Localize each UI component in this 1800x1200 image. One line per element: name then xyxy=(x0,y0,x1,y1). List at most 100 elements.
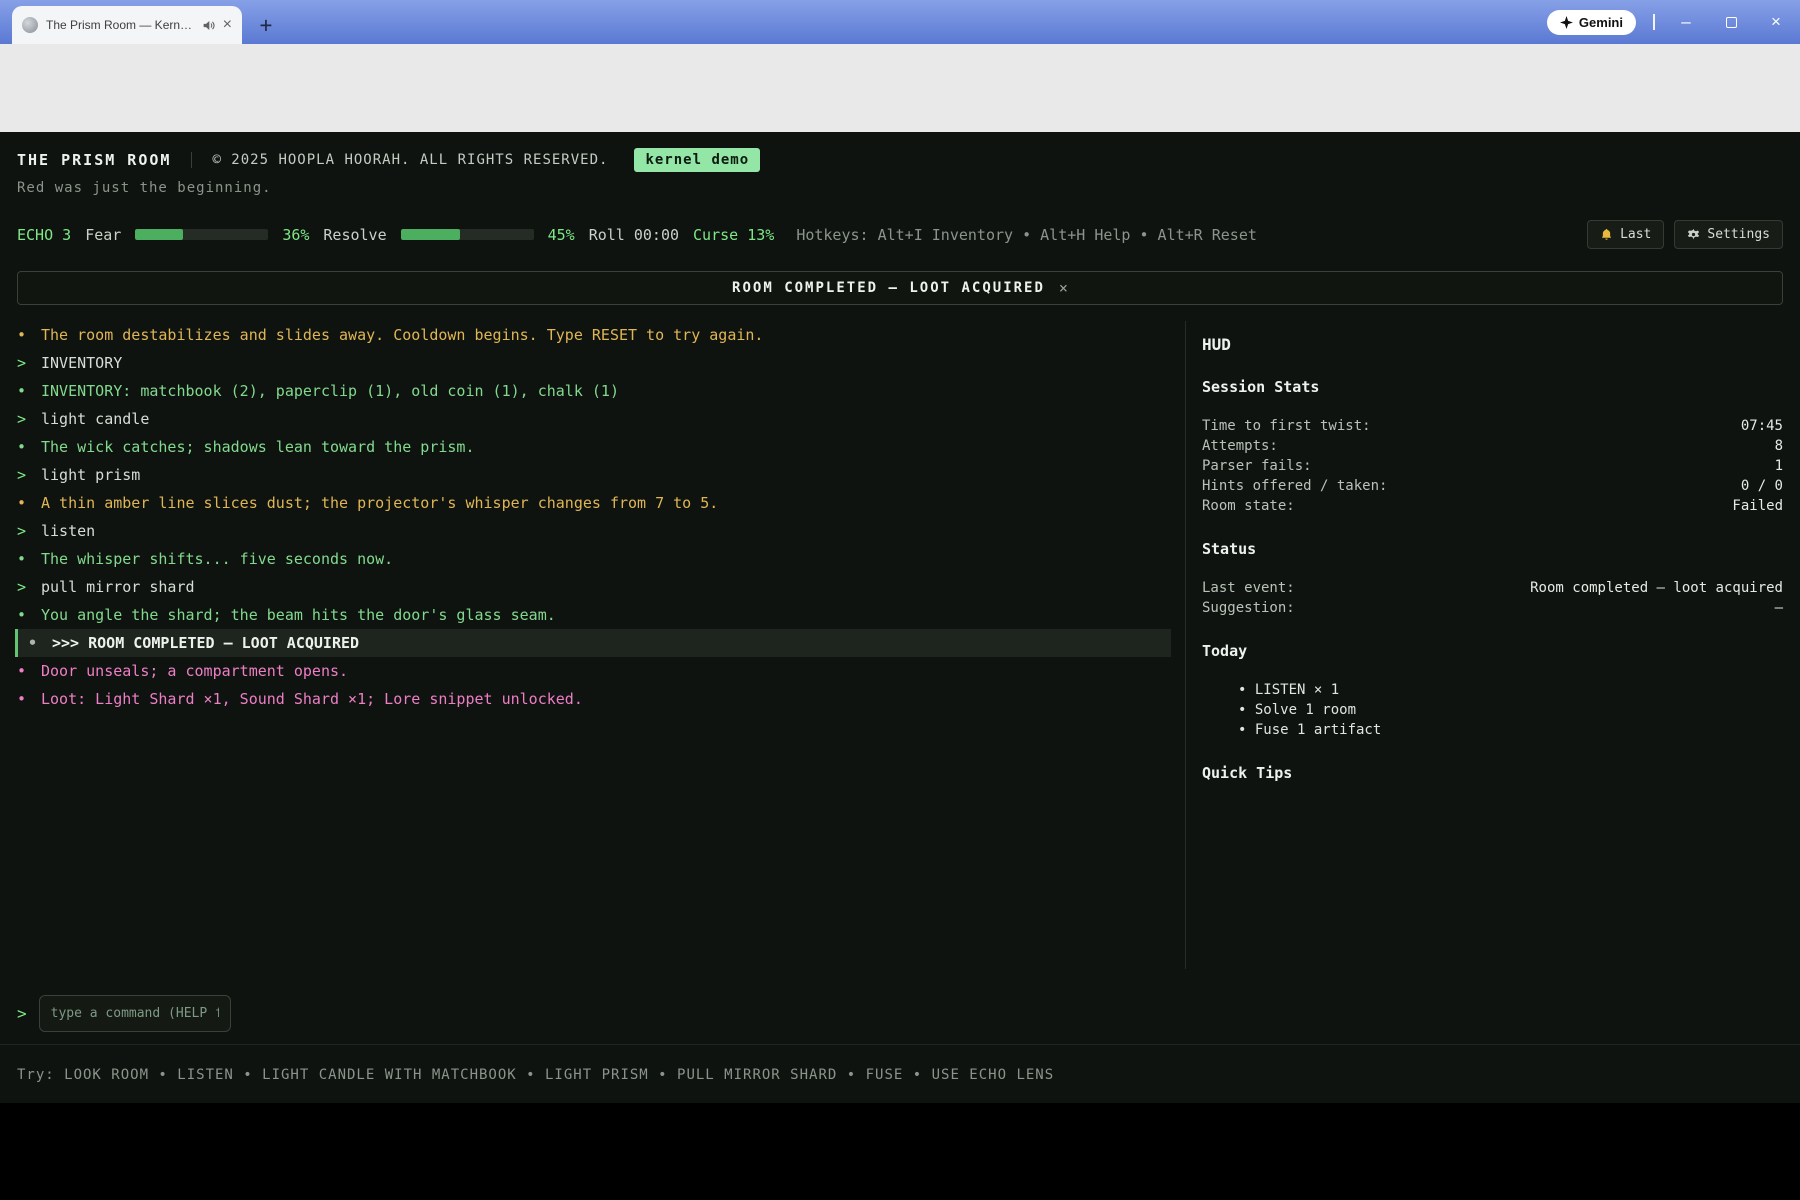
session-stat-row: Time to first twist: 07:45 xyxy=(1202,416,1783,436)
session-stat-row: Hints offered / taken:0 / 0 xyxy=(1202,476,1783,496)
log-text: A thin amber line slices dust; the proje… xyxy=(41,489,718,517)
command-input[interactable] xyxy=(39,995,231,1032)
stat-value: 1 xyxy=(1775,456,1783,476)
log-text: light candle xyxy=(41,405,149,433)
last-button-label: Last xyxy=(1620,227,1651,242)
copyright-text: © 2025 HOOPLA HOORAH. ALL RIGHTS RESERVE… xyxy=(212,152,608,168)
log-event-row: • Loot: Light Shard ×1, Sound Shard ×1; L… xyxy=(17,685,1171,713)
chrome-separator xyxy=(1653,14,1655,30)
bell-icon xyxy=(1600,228,1613,241)
bullet-marker: • xyxy=(17,685,32,713)
hud-title: HUD xyxy=(1202,335,1783,354)
try-suggestions: Try: LOOK ROOM • LISTEN • LIGHT CANDLE W… xyxy=(0,1067,1800,1103)
stat-value: Room completed — loot acquired xyxy=(1530,578,1783,598)
log-text: The wick catches; shadows lean toward th… xyxy=(41,433,474,461)
log-text: The room destabilizes and slides away. C… xyxy=(41,321,763,349)
session-stats-heading: Session Stats xyxy=(1202,378,1783,396)
input-prompt: > xyxy=(17,1004,27,1023)
log-text: Door unseals; a compartment opens. xyxy=(41,657,348,685)
stat-value: 07:45 xyxy=(1741,416,1783,436)
stat-value: Failed xyxy=(1732,496,1783,516)
status-list: Last event: Room completed — loot acquire… xyxy=(1202,578,1783,618)
log-text: listen xyxy=(41,517,95,545)
gemini-label: Gemini xyxy=(1579,15,1623,30)
status-bar: ECHO 3 Fear 36% Resolve 45% Roll 00:00 C… xyxy=(0,220,1800,249)
resolve-meter xyxy=(401,229,534,240)
status-heading: Status xyxy=(1202,540,1783,558)
bullet-marker: • xyxy=(17,489,32,517)
resolve-percent: 45% xyxy=(548,226,575,244)
today-item: LISTEN × 1 xyxy=(1238,680,1783,700)
title-divider xyxy=(191,152,192,168)
session-stat-row: Room state: Failed xyxy=(1202,496,1783,516)
fear-percent: 36% xyxy=(282,226,309,244)
kernel-demo-badge: kernel demo xyxy=(634,148,760,172)
log-text: >>> ROOM COMPLETED — LOOT ACQUIRED xyxy=(52,629,359,657)
log-event-row: • The wick catches; shadows lean toward t… xyxy=(17,433,1171,461)
new-tab-button[interactable]: + xyxy=(252,10,280,40)
log-text: INVENTORY xyxy=(41,349,122,377)
stat-label: Suggestion: xyxy=(1202,598,1295,618)
log-event-row: • A thin amber line slices dust; the proj… xyxy=(17,489,1171,517)
close-button[interactable]: × xyxy=(1762,7,1790,37)
prompt-marker: > xyxy=(17,349,32,377)
tab-audio-icon[interactable] xyxy=(202,19,215,32)
stat-label: Last event: xyxy=(1202,578,1295,598)
prompt-marker: > xyxy=(17,573,32,601)
log-event-row: •The room destabilizes and slides away. … xyxy=(17,321,1171,349)
bullet-marker: • xyxy=(17,545,32,573)
tagline: Red was just the beginning. xyxy=(17,180,1783,196)
fear-label: Fear xyxy=(85,226,121,244)
browser-tab[interactable]: The Prism Room — Kernel D × xyxy=(12,6,242,44)
maximize-button[interactable] xyxy=(1717,7,1745,37)
log-text: The whisper shifts... five seconds now. xyxy=(41,545,393,573)
page-title: THE PRISM ROOM xyxy=(17,151,171,169)
bullet-marker: • xyxy=(17,657,32,685)
log-command-row: > pull mirror shard xyxy=(17,573,1171,601)
session-stat-row: Attempts:8 xyxy=(1202,436,1783,456)
today-item: Solve 1 room xyxy=(1238,700,1783,720)
stat-label: Hints offered / taken: xyxy=(1202,476,1387,496)
game-header: THE PRISM ROOM © 2025 HOOPLA HOORAH. ALL… xyxy=(0,132,1800,196)
command-input-row: > xyxy=(0,995,1800,1032)
gemini-star-icon xyxy=(1560,16,1573,29)
log-event-row: • Door unseals; a compartment opens. xyxy=(17,657,1171,685)
session-stat-row: Parser fails:1 xyxy=(1202,456,1783,476)
today-heading: Today xyxy=(1202,642,1783,660)
bullet-marker: • xyxy=(17,433,32,461)
log-command-row: > INVENTORY xyxy=(17,349,1171,377)
bullet-marker: • xyxy=(17,601,32,629)
log-text: pull mirror shard xyxy=(41,573,195,601)
banner-close-icon[interactable]: × xyxy=(1059,279,1068,297)
main-area: • The room destabilizes and slides away. … xyxy=(0,321,1800,969)
log-text: You angle the shard; the beam hits the d… xyxy=(41,601,556,629)
page-top-strip xyxy=(0,44,1800,132)
log-command-row: >light prism xyxy=(17,461,1171,489)
log-text: INVENTORY: matchbook (2), paperclip (1),… xyxy=(41,377,619,405)
hotkeys-hint: Hotkeys: Alt+I Inventory • Alt+H Help • … xyxy=(796,226,1257,244)
roll-timer: Roll 00:00 xyxy=(589,226,679,244)
stat-label: Time to first twist: xyxy=(1202,416,1371,436)
settings-button[interactable]: Settings xyxy=(1674,220,1783,249)
tab-close-icon[interactable]: × xyxy=(223,17,232,33)
log-command-row: >listen xyxy=(17,517,1171,545)
last-button[interactable]: Last xyxy=(1587,220,1664,249)
gemini-button[interactable]: Gemini xyxy=(1547,10,1636,35)
session-stats-list: Time to first twist: 07:45Attempts:8Parse… xyxy=(1202,416,1783,516)
window-controls: Gemini – × xyxy=(1547,0,1790,44)
stat-label: Room state: xyxy=(1202,496,1295,516)
prompt-marker: > xyxy=(17,461,32,489)
notification-banner: ROOM COMPLETED — LOOT ACQUIRED × xyxy=(17,271,1783,305)
tab-title: The Prism Room — Kernel D xyxy=(46,18,194,32)
stat-value: — xyxy=(1775,598,1783,618)
resolve-label: Resolve xyxy=(323,226,386,244)
minimize-button[interactable]: – xyxy=(1672,7,1700,37)
today-item: Fuse 1 artifact xyxy=(1238,720,1783,740)
log-text: Loot: Light Shard ×1, Sound Shard ×1; Lo… xyxy=(41,685,583,713)
restore-icon xyxy=(1726,17,1737,28)
banner-text: ROOM COMPLETED — LOOT ACQUIRED xyxy=(732,280,1045,296)
tab-favicon-icon xyxy=(22,17,38,33)
log-highlight-row: •>>> ROOM COMPLETED — LOOT ACQUIRED xyxy=(15,629,1171,657)
stat-label: Attempts: xyxy=(1202,436,1278,456)
log-command-row: >light candle xyxy=(17,405,1171,433)
